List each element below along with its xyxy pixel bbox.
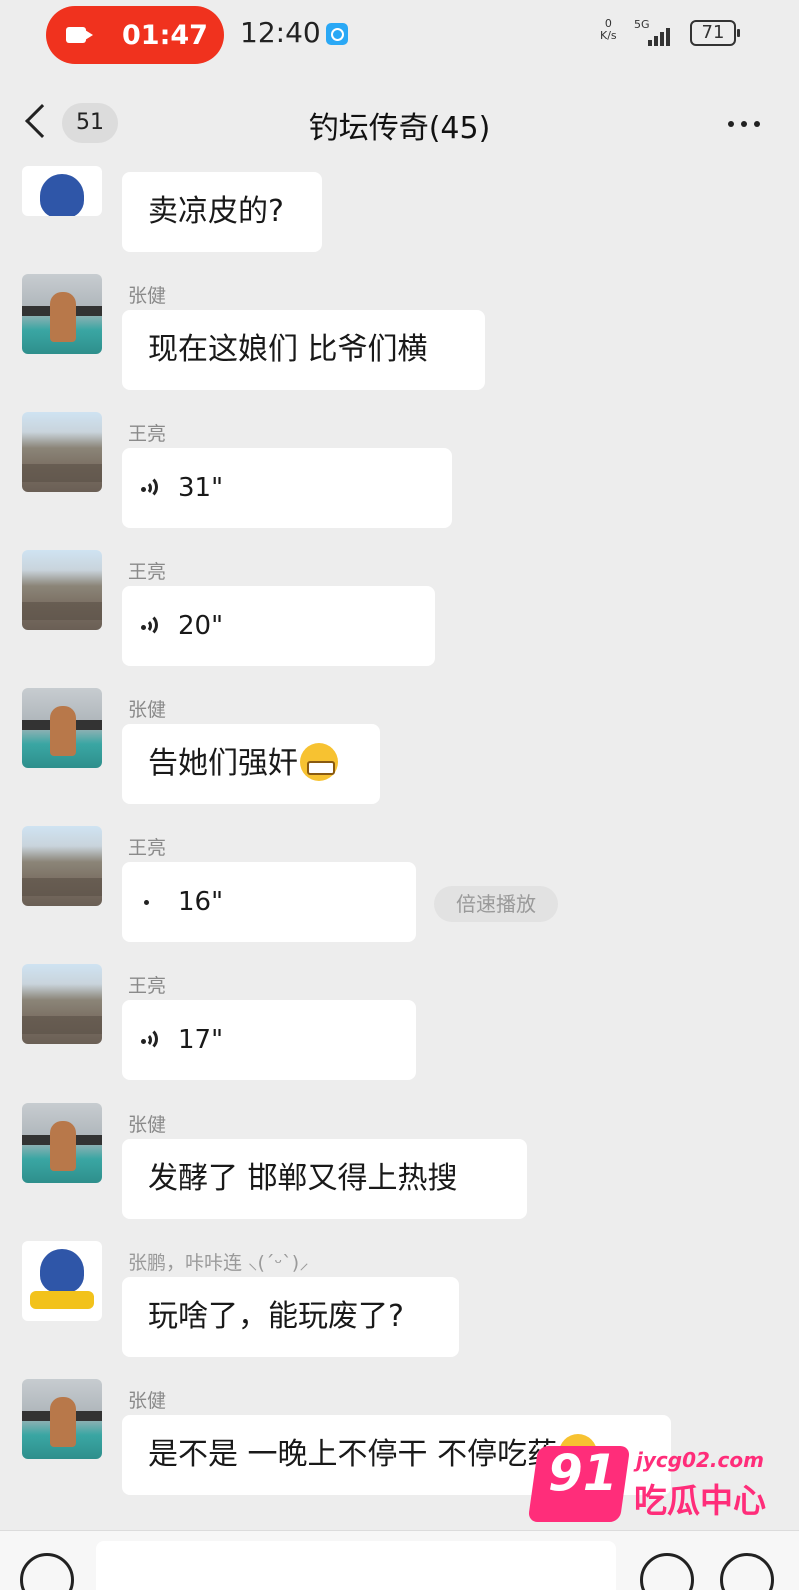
chat-header: 51 钓坛传奇(45) bbox=[0, 85, 799, 165]
voice-duration: 17" bbox=[178, 1025, 224, 1055]
message-input[interactable] bbox=[96, 1541, 616, 1590]
voice-duration: 31" bbox=[178, 473, 224, 503]
sender-name: 张健 bbox=[128, 1390, 167, 1412]
avatar[interactable] bbox=[22, 1379, 102, 1459]
emoji-icon[interactable] bbox=[640, 1553, 694, 1590]
playback-speed-button[interactable]: 倍速播放 bbox=[434, 886, 558, 922]
watermark-url: jycg02.com bbox=[636, 1448, 764, 1472]
clock: 12:40 bbox=[240, 16, 321, 49]
more-options-icon[interactable] bbox=[728, 121, 760, 127]
sender-name: 张健 bbox=[128, 1114, 167, 1136]
watermark-text: 吃瓜中心 bbox=[634, 1481, 766, 1520]
avatar[interactable] bbox=[22, 274, 102, 354]
screen-record-pill[interactable]: 01:47 bbox=[46, 6, 224, 64]
sender-name: 王亮 bbox=[128, 423, 167, 445]
voice-wave-icon bbox=[140, 613, 162, 638]
voice-message-bubble[interactable]: 31" bbox=[122, 448, 452, 528]
sender-name: 张健 bbox=[128, 285, 167, 307]
message-text: 告她们强奸 bbox=[148, 746, 298, 781]
voice-message-bubble[interactable]: 16" bbox=[122, 862, 416, 942]
status-bar: 01:47 12:40 0 K/s 5G 71 bbox=[0, 0, 799, 70]
battery-icon: 71 bbox=[690, 20, 740, 46]
voice-playing-icon bbox=[144, 900, 149, 905]
voice-wave-icon bbox=[140, 475, 162, 500]
avatar[interactable] bbox=[22, 166, 102, 216]
message-bubble[interactable]: 告她们强奸 bbox=[122, 724, 380, 804]
voice-message-bubble[interactable]: 20" bbox=[122, 586, 435, 666]
network-speed-unit: K/s bbox=[600, 29, 617, 42]
sender-name: 王亮 bbox=[128, 837, 167, 859]
message-text: 是不是 一晚上不停干 不停吃药 bbox=[148, 1437, 558, 1472]
sender-name: 王亮 bbox=[128, 975, 167, 997]
avatar[interactable] bbox=[22, 412, 102, 492]
voice-duration: 16" bbox=[178, 887, 224, 917]
avatar[interactable] bbox=[22, 550, 102, 630]
voice-wave-icon bbox=[140, 1027, 162, 1052]
grin-emoji-icon bbox=[300, 742, 338, 781]
avatar[interactable] bbox=[22, 1241, 102, 1321]
network-speed: 0 K/s bbox=[600, 18, 617, 42]
recording-time: 01:47 bbox=[122, 20, 208, 51]
plus-icon[interactable] bbox=[720, 1553, 774, 1590]
avatar[interactable] bbox=[22, 688, 102, 768]
notification-app-icon bbox=[326, 23, 348, 45]
chat-title: 钓坛传奇(45) bbox=[308, 111, 491, 146]
watermark-number: 91 bbox=[548, 1444, 618, 1502]
video-camera-icon bbox=[66, 27, 93, 43]
sender-name: 张鹏，咔咔连 ⸜(ˊᵕˋ)⸝ bbox=[128, 1252, 309, 1274]
voice-message-bubble[interactable]: 17" bbox=[122, 1000, 416, 1080]
message-bubble[interactable]: 玩啥了，能玩废了? bbox=[122, 1277, 459, 1357]
voice-input-icon[interactable] bbox=[20, 1553, 74, 1590]
message-bubble[interactable]: 现在这娘们 比爷们横 bbox=[122, 310, 485, 390]
avatar[interactable] bbox=[22, 1103, 102, 1183]
avatar[interactable] bbox=[22, 826, 102, 906]
avatar[interactable] bbox=[22, 964, 102, 1044]
sender-name: 王亮 bbox=[128, 561, 167, 583]
voice-duration: 20" bbox=[178, 611, 224, 641]
message-bubble[interactable]: 发酵了 邯郸又得上热搜 bbox=[122, 1139, 527, 1219]
sender-name: 张健 bbox=[128, 699, 167, 721]
message-bubble[interactable]: 卖凉皮的? bbox=[122, 172, 322, 252]
signal-strength-icon bbox=[648, 24, 670, 46]
chat-input-bar bbox=[0, 1530, 799, 1590]
